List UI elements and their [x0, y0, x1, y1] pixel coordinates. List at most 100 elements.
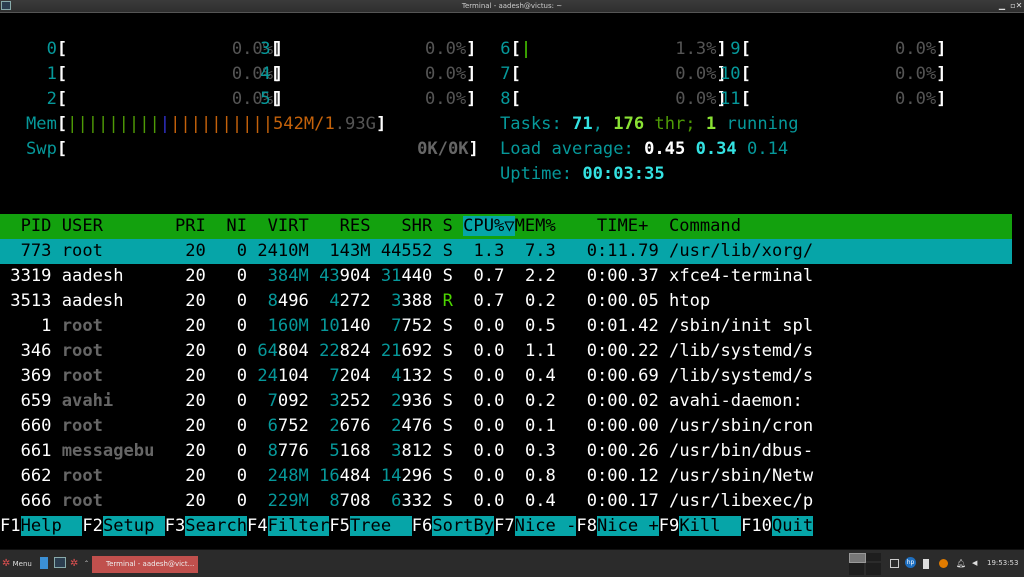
table-row[interactable]: 773 root 20 0 2410M 143M 44552 S 1.3 7.3…: [0, 238, 1012, 264]
fkey-f4[interactable]: F4Filter: [247, 515, 330, 536]
table-row[interactable]: 369 root 20 0 24104 7204 4132 S 0.0 0.4 …: [0, 364, 814, 389]
command-cell: xfce4-terminal: [658, 265, 814, 286]
terminal-launcher-icon[interactable]: [54, 557, 66, 568]
command-cell: htop: [658, 290, 711, 311]
memory-meter: Mem[||||||||||||||||||||542M/1.93G]: [26, 112, 386, 137]
battery-icon[interactable]: [923, 559, 929, 569]
chevron-up-icon[interactable]: ⌃: [84, 556, 89, 571]
fkey-f9[interactable]: F9Kill: [659, 515, 742, 536]
minimize-button[interactable]: ▁: [997, 0, 1007, 12]
clock[interactable]: 19:53:53: [987, 556, 1018, 571]
pri-cell: 20: [154, 290, 206, 311]
taskbar-window-terminal[interactable]: Terminal - aadesh@vict...: [92, 556, 198, 573]
cell-units: 804: [277, 340, 309, 361]
mem-cell: 0.4: [504, 490, 556, 511]
command-cell: /lib/systemd/s: [658, 340, 814, 361]
mem-cell: 7.3: [504, 240, 556, 261]
time-cell: 0:01.42: [555, 315, 659, 336]
cell-thousands: 7: [267, 390, 278, 411]
table-row[interactable]: 661 messagebu 20 0 8776 5168 3812 S 0.0 …: [0, 439, 814, 464]
htop-terminal[interactable]: 0[ 0.0%] 1[ 0.0%] 2[ 0.0%] 3[ 0.0%] 4[ 0…: [0, 13, 1024, 549]
volume-icon[interactable]: ◀: [972, 559, 981, 568]
cpu-cell: 0.7: [452, 290, 505, 311]
bracket: ]: [466, 39, 477, 59]
fkey-f8[interactable]: F8Nice +: [576, 515, 659, 536]
cpu-id: 5: [250, 89, 271, 109]
table-header[interactable]: PID USER PRI NI VIRT RES SHR S CPU%▽MEM%…: [0, 213, 1012, 239]
cell-units: 812: [401, 440, 433, 461]
swap-meter: Swp[ 0K/0K]: [26, 137, 479, 162]
workspace-switcher-3[interactable]: [849, 563, 864, 575]
taskbar: ✲ Menu ✲ ⌃ Terminal - aadesh@vict... hp …: [0, 549, 1024, 577]
fkey-f1[interactable]: F1Help: [0, 515, 83, 536]
close-button[interactable]: ✕: [1014, 0, 1024, 12]
hp-icon[interactable]: hp: [905, 557, 916, 568]
app-launcher-icon[interactable]: ✲: [70, 556, 78, 571]
fkey-f7[interactable]: F7Nice -: [494, 515, 577, 536]
fkey-key: F10: [741, 515, 772, 536]
display-icon[interactable]: [890, 559, 899, 568]
pri-cell: 20: [154, 440, 206, 461]
table-row[interactable]: 1 root 20 0 160M 10140 7752 S 0.0 0.5 0:…: [0, 314, 813, 339]
cpu-id: 10: [720, 64, 741, 84]
cpu-meter-1: 1[ 0.0%]: [26, 62, 284, 87]
swap-label: Swp: [26, 139, 57, 159]
table-row[interactable]: 659 avahi 20 0 7092 3252 2936 S 0.0 0.2 …: [0, 389, 803, 414]
workspace-switcher-2[interactable]: [866, 553, 881, 561]
table-row[interactable]: 346 root 20 0 64804 22824 21692 S 0.0 1.…: [0, 339, 814, 364]
function-key-bar-line: F1Help F2Setup F3SearchF4FilterF5Tree F6…: [0, 514, 814, 539]
notification-bell-icon[interactable]: 🔔︎: [956, 559, 966, 568]
cpu-percent: 0.0%: [675, 64, 717, 84]
fkey-f5[interactable]: F5Tree: [329, 515, 412, 536]
cell-units: 332: [401, 490, 433, 511]
fkey-f2[interactable]: F2Setup: [82, 515, 165, 536]
table-row[interactable]: 3513 aadesh 20 0 8496 4272 3388 R 0.7 0.…: [0, 289, 710, 314]
header-cpu-sorted: CPU%▽: [463, 215, 515, 236]
state-cell: S: [442, 440, 453, 461]
ni-cell: 0: [205, 465, 258, 486]
cell-units: 296: [401, 465, 433, 486]
cpu-percent: 0.0%: [894, 64, 937, 84]
table-row[interactable]: 660 root 20 0 6752 2676 2476 S 0.0 0.1 0…: [0, 414, 814, 439]
window-titlebar[interactable]: Terminal - aadesh@victus: ~ ▁ ▫ ✕: [0, 0, 1024, 13]
cell: 229M: [267, 490, 309, 511]
cpu-cell: 0.0: [452, 465, 505, 486]
table-row[interactable]: 662 root 20 0 248M 16484 14296 S 0.0 0.8…: [0, 464, 814, 489]
fkey-f6[interactable]: F6SortBy: [412, 515, 495, 536]
fkey-f3[interactable]: F3Search: [165, 515, 248, 536]
menu-button[interactable]: ✲ Menu: [2, 556, 32, 571]
update-icon[interactable]: [939, 559, 948, 568]
cell-units: 140: [339, 315, 371, 336]
workspace-switcher-1[interactable]: [849, 553, 866, 563]
time-cell: 0:00.12: [555, 465, 659, 486]
cell-thousands: 3: [329, 390, 340, 411]
table-row[interactable]: 666 root 20 0 229M 8708 6332 S 0.0 0.4 0…: [0, 489, 814, 514]
cpu-id: 9: [720, 39, 741, 59]
fkey-f10[interactable]: F10Quit: [741, 515, 814, 536]
user-cell: avahi: [61, 390, 155, 411]
file-manager-icon[interactable]: [40, 557, 48, 569]
fkey-key: F5: [329, 515, 350, 536]
fkey-key: F2: [82, 515, 103, 536]
fkey-label: Quit: [771, 515, 814, 536]
mem-buffers-bar: |: [159, 114, 171, 134]
user-cell: root: [61, 415, 155, 436]
cpu-id: 6: [490, 39, 511, 59]
table-row[interactable]: 3319 aadesh 20 0 384M 43904 31440 S 0.7 …: [0, 264, 813, 289]
workspace-switcher-4[interactable]: [866, 563, 881, 575]
time-cell: 0:00.05: [555, 290, 659, 311]
